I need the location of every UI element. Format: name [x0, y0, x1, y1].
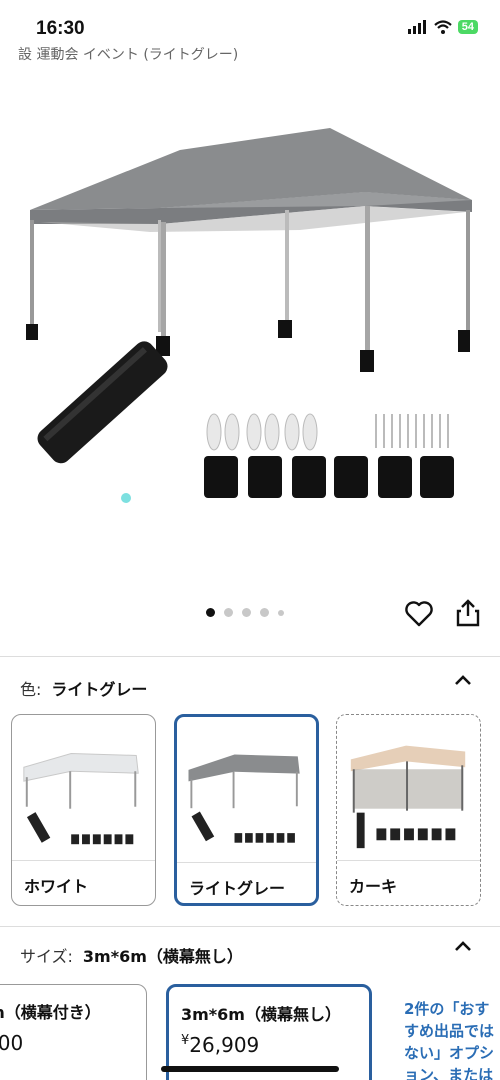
- color-option-label: ライトグレー: [189, 879, 286, 898]
- color-value: ライトグレー: [51, 680, 148, 699]
- heart-icon[interactable]: [404, 600, 434, 628]
- size-option[interactable]: 6m（横幕付き） 200: [0, 984, 147, 1080]
- divider: [0, 926, 500, 927]
- color-label: 色: ライトグレー: [20, 676, 147, 700]
- color-option-label: カーキ: [349, 877, 398, 896]
- carousel-dots[interactable]: [206, 608, 284, 617]
- battery-icon: 54: [457, 20, 478, 34]
- divider: [0, 656, 500, 657]
- price-value: 26,909: [189, 1033, 260, 1057]
- other-offers-link[interactable]: 2件の「おすすめ出品ではない」オプション、または: [404, 998, 500, 1080]
- size-label: サイズ: 3m*6m（横幕無し）: [20, 943, 243, 967]
- carousel-dot[interactable]: [224, 608, 233, 617]
- status-icons: 54: [407, 20, 478, 34]
- share-icon[interactable]: [454, 598, 482, 628]
- swatch-divider: [337, 860, 480, 861]
- color-option-lightgray[interactable]: ライトグレー: [174, 714, 319, 906]
- swatch-divider: [12, 860, 155, 861]
- chevron-up-icon[interactable]: [452, 936, 474, 958]
- size-option-price: 200: [0, 1031, 24, 1055]
- size-option-title: 3m*6m（横幕無し）: [181, 1005, 341, 1024]
- carousel-dot[interactable]: [242, 608, 251, 617]
- chevron-up-icon[interactable]: [452, 670, 474, 692]
- swatch-divider: [177, 862, 316, 863]
- status-time: 16:30: [36, 18, 85, 39]
- white-tent-image: [23, 752, 139, 845]
- product-image[interactable]: [0, 60, 500, 600]
- carousel-dot[interactable]: [260, 608, 269, 617]
- lightgray-tent-image: [188, 754, 300, 843]
- carousel-dot[interactable]: [206, 608, 215, 617]
- color-option-white[interactable]: ホワイト: [11, 714, 156, 906]
- color-option-label: ホワイト: [24, 877, 89, 896]
- wifi-icon: [434, 20, 452, 34]
- carousel-dot[interactable]: [278, 609, 284, 616]
- home-indicator: [161, 1066, 339, 1072]
- size-key: サイズ:: [20, 947, 73, 966]
- color-key: 色:: [20, 680, 42, 699]
- size-value: 3m*6m（横幕無し）: [82, 947, 243, 966]
- status-bar: 16:30 54: [0, 0, 500, 50]
- size-option-price: ¥26,909: [181, 1033, 259, 1057]
- size-option-title: 6m（横幕付き）: [0, 1003, 101, 1022]
- signal-icon: [407, 20, 426, 34]
- khaki-tent-image: [350, 745, 466, 849]
- color-option-khaki[interactable]: カーキ: [336, 714, 481, 906]
